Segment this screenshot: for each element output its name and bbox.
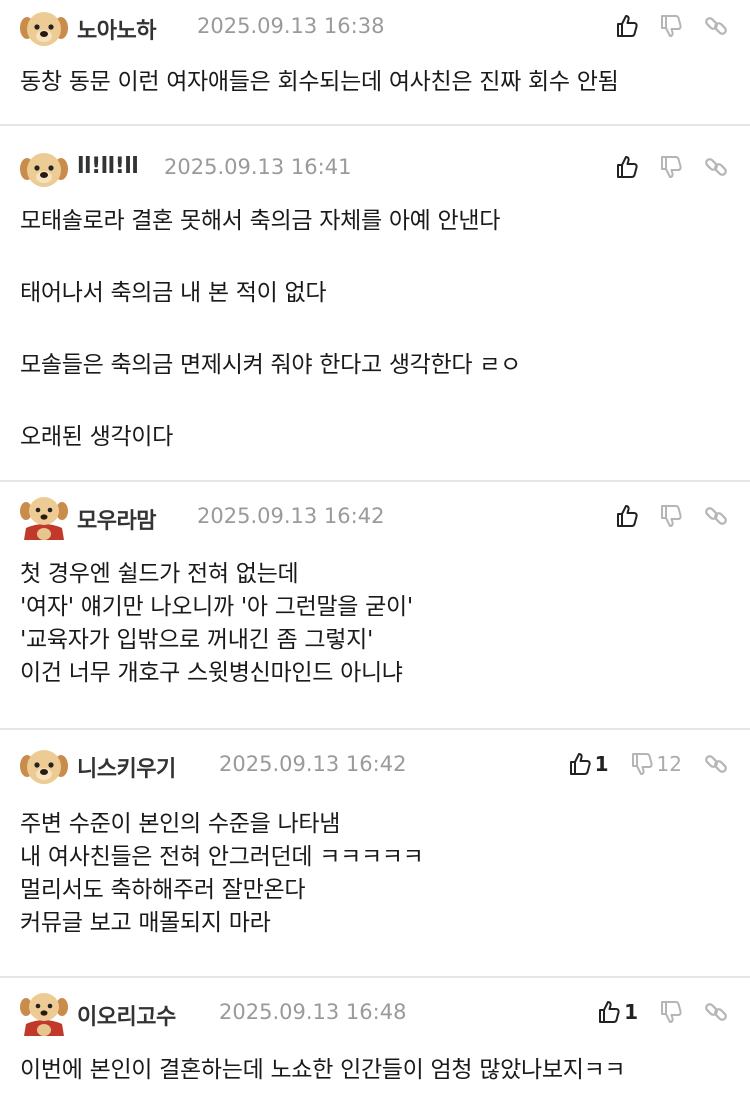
- comment-line: 멀리서도 축하해주러 잘만온다: [20, 877, 306, 903]
- nickname[interactable]: 니스키우기: [77, 751, 176, 783]
- like-count: 1: [594, 752, 609, 776]
- comment-header: ll!ll!ll 2025.09.13 16:41: [0, 145, 750, 193]
- puppy-avatar-icon: [20, 153, 68, 187]
- thumbs-up-icon: [617, 505, 638, 527]
- link-icon: [705, 158, 727, 176]
- comment-line: [20, 311, 521, 347]
- dislike-button[interactable]: 12: [631, 752, 682, 776]
- comment-line: 주변 수준이 본인의 수준을 나타냄: [20, 811, 341, 837]
- timestamp: 2025.09.13 16:42: [219, 752, 407, 776]
- share-link-button[interactable]: [704, 1000, 728, 1024]
- thumbs-up-icon: [617, 15, 638, 37]
- comment-body: 동창 동문 이런 여자애들은 회수되는데 여사친은 진짜 회수 안됨: [20, 66, 619, 99]
- comment: 노아노하 2025.09.13 16:38 동창 동문 이런 여자애들은 회수되…: [0, 4, 750, 124]
- thumbs-up-icon: [569, 753, 591, 775]
- thumbs-up-icon: [599, 1001, 620, 1023]
- comment-line: [20, 383, 521, 419]
- link-icon: [705, 17, 727, 35]
- dislike-button[interactable]: [660, 1000, 682, 1024]
- link-icon: [705, 1003, 727, 1021]
- comment-header: 모우라맘 2025.09.13 16:42: [0, 494, 750, 542]
- comment-actions: [594, 10, 728, 42]
- like-button[interactable]: [616, 504, 638, 528]
- dislike-button[interactable]: [660, 504, 682, 528]
- comment: 이오리고수 2025.09.13 16:48 1 이번에 본인이 결혼하는데 노…: [0, 990, 750, 1110]
- comment-actions: 1: [576, 996, 728, 1028]
- comment-line: [20, 239, 521, 275]
- comment-body: 주변 수준이 본인의 수준을 나타냄내 여사친들은 전혀 안그러던데 ㅋㅋㅋㅋㅋ…: [20, 808, 424, 940]
- comment-body: 모태솔로라 결혼 못해서 축의금 자체를 아예 안낸다태어나서 축의금 내 본 …: [20, 203, 521, 455]
- divider: [0, 480, 750, 482]
- like-button[interactable]: 1: [569, 752, 609, 776]
- dislike-button[interactable]: [660, 155, 682, 179]
- nickname[interactable]: 노아노하: [77, 13, 156, 45]
- comment-line: 첫 경우엔 쉴드가 전혀 없는데: [20, 561, 299, 587]
- comment-actions: [594, 151, 728, 183]
- like-button[interactable]: [616, 14, 638, 38]
- dislike-button[interactable]: [660, 14, 682, 38]
- comment-actions: 1 12: [547, 748, 728, 780]
- comment-body: 첫 경우엔 쉴드가 전혀 없는데 '여자' 얘기만 나오니까 '아 그런말을 굳이…: [20, 558, 413, 690]
- dislike-count: 12: [656, 752, 682, 776]
- comment-line: 이번에 본인이 결혼하는데 노쇼한 인간들이 엄청 많았나보지ㅋㅋ: [20, 1057, 626, 1083]
- comment-line: 이건 너무 개호구 스윗병신마인드 아니냐: [20, 660, 403, 686]
- nickname[interactable]: 이오리고수: [77, 999, 176, 1031]
- timestamp: 2025.09.13 16:42: [197, 504, 385, 528]
- divider: [0, 728, 750, 730]
- timestamp: 2025.09.13 16:41: [164, 155, 352, 179]
- puppy-cape-avatar-icon: [20, 497, 68, 540]
- share-link-button[interactable]: [704, 504, 728, 528]
- puppy-cape-avatar-icon: [20, 993, 68, 1036]
- nickname[interactable]: 모우라맘: [77, 503, 156, 535]
- divider: [0, 124, 750, 126]
- comment-actions: [594, 500, 728, 532]
- like-button[interactable]: 1: [598, 1000, 638, 1024]
- share-link-button[interactable]: [704, 155, 728, 179]
- comment: 니스키우기 2025.09.13 16:42 1 12 주변 수준이 본인의 수…: [0, 742, 750, 976]
- comment-line: '여자' 얘기만 나오니까 '아 그런말을 굳이': [20, 594, 413, 620]
- timestamp: 2025.09.13 16:48: [219, 1000, 407, 1024]
- divider: [0, 976, 750, 978]
- thumbs-down-icon: [661, 156, 682, 178]
- comment-line: '교육자가 입밖으로 꺼내긴 좀 그렇지': [20, 627, 373, 653]
- like-button[interactable]: [616, 155, 638, 179]
- comment-line: 모태솔로라 결혼 못해서 축의금 자체를 아예 안낸다: [20, 208, 501, 234]
- thumbs-up-icon: [617, 156, 638, 178]
- comment-line: 동창 동문 이런 여자애들은 회수되는데 여사친은 진짜 회수 안됨: [20, 69, 619, 95]
- comment-header: 이오리고수 2025.09.13 16:48 1: [0, 990, 750, 1038]
- share-link-button[interactable]: [704, 14, 728, 38]
- puppy-avatar-icon: [20, 12, 68, 46]
- comment-line: 태어나서 축의금 내 본 적이 없다: [20, 280, 327, 306]
- comment-line: 커뮤글 보고 매몰되지 마라: [20, 910, 271, 936]
- thumbs-down-icon: [661, 505, 682, 527]
- comment-line: 오래된 생각이다: [20, 424, 174, 450]
- link-icon: [705, 755, 727, 773]
- puppy-avatar-icon: [20, 750, 68, 784]
- thumbs-down-icon: [661, 15, 682, 37]
- comment-header: 노아노하 2025.09.13 16:38: [0, 4, 750, 52]
- like-count: 1: [624, 1000, 638, 1024]
- link-icon: [705, 507, 727, 525]
- comment: 모우라맘 2025.09.13 16:42 첫 경우엔 쉴드가 전혀 없는데 '여…: [0, 494, 750, 728]
- share-link-button[interactable]: [704, 752, 728, 776]
- thumbs-down-icon: [631, 753, 653, 775]
- comment-header: 니스키우기 2025.09.13 16:42 1 12: [0, 742, 750, 790]
- comment-body: 이번에 본인이 결혼하는데 노쇼한 인간들이 엄청 많았나보지ㅋㅋ: [20, 1054, 626, 1087]
- comment-line: 모솔들은 축의금 면제시켜 줘야 한다고 생각한다 ㄹㅇ: [20, 352, 521, 378]
- thumbs-down-icon: [661, 1001, 682, 1023]
- comment: ll!ll!ll 2025.09.13 16:41 모태솔로라 결혼 못해서 축…: [0, 145, 750, 480]
- comment-line: 내 여사친들은 전혀 안그러던데 ㅋㅋㅋㅋㅋ: [20, 844, 424, 870]
- timestamp: 2025.09.13 16:38: [197, 14, 385, 38]
- nickname[interactable]: ll!ll!ll: [77, 154, 139, 179]
